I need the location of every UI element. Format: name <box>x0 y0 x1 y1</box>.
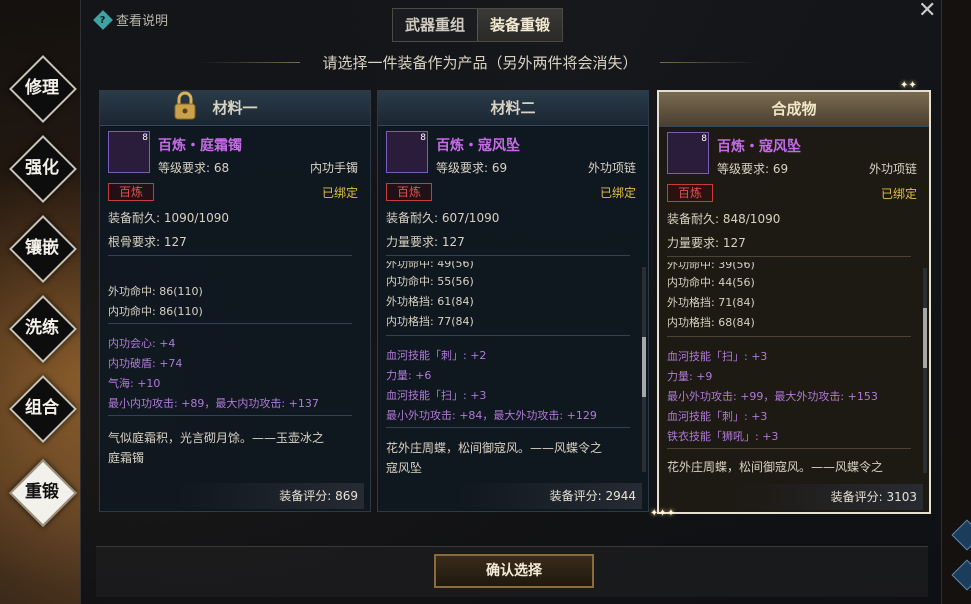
attr-line: 最小外功攻击: +99，最大外功攻击: +153 <box>667 390 878 403</box>
divider <box>108 323 352 324</box>
equipment-score: 装备评分: 3103 <box>737 484 923 510</box>
nav-inlay[interactable]: 镶嵌 <box>9 215 77 283</box>
durability: 装备耐久: 607/1090 <box>386 211 500 225</box>
nav-combine[interactable]: 组合 <box>9 375 77 443</box>
item-name: 百炼・庭霜镯 <box>158 138 242 154</box>
tab-bar: 武器重组 装备重锻 <box>392 8 564 42</box>
attr-line: 力量: +6 <box>386 369 432 382</box>
attr-line: 内功格挡: 77(84) <box>386 315 474 328</box>
flavor-text: 气似庭霜积，光言砌月馀。——玉壶冰之 <box>108 431 325 445</box>
equipment-score: 装备评分: 869 <box>178 483 364 509</box>
tab-equipment-reforge[interactable]: 装备重锻 <box>477 9 563 41</box>
divider <box>386 255 630 256</box>
necklace-item-icon[interactable]: 8 <box>667 132 709 174</box>
level-requirement: 等级要求: 68 <box>158 161 230 175</box>
help-link[interactable]: ? 查看说明 <box>93 9 169 30</box>
attribute-requirement: 力量要求: 127 <box>667 236 746 250</box>
attr-line: 最小外功攻击: +84，最大外功攻击: +129 <box>386 409 597 422</box>
nav-enhance[interactable]: 强化 <box>9 135 77 203</box>
flavor-text: 花外庄周蝶，松间御寇风。——风蝶令之 <box>386 441 603 455</box>
quality-tag: 百炼 <box>386 183 432 201</box>
attribute-requirement: 根骨要求: 127 <box>108 235 187 249</box>
lock-icon <box>174 91 196 120</box>
attr-line: 外功格挡: 61(84) <box>386 295 474 308</box>
item-slot: 外功项链 <box>868 162 917 176</box>
attr-line: 外功格挡: 71(84) <box>667 296 755 309</box>
scrollbar[interactable] <box>923 268 927 473</box>
flavor-text: 花外庄周蝶，松间御寇风。——风蝶令之 <box>667 460 884 474</box>
attribute-list: 外功命中: 86(110) 内功命中: 86(110) 内功会心: +4 内功破… <box>100 261 362 476</box>
attr-line: 内功命中: 55(56) <box>386 275 474 288</box>
durability: 装备耐久: 1090/1090 <box>108 211 229 225</box>
attr-line: 血河技能「刺」: +3 <box>667 410 768 423</box>
tab-weapon-reassemble[interactable]: 武器重组 <box>393 9 477 41</box>
nav-refine[interactable]: 洗练 <box>9 295 77 363</box>
attr-line: 外功命中: 49(56) <box>386 261 474 270</box>
divider <box>667 336 911 337</box>
attr-line: 力量: +9 <box>667 370 713 383</box>
attr-line: 内功会心: +4 <box>108 337 176 350</box>
bound-status: 已绑定 <box>880 187 917 201</box>
attr-line: 内功命中: 44(56) <box>667 276 755 289</box>
item-name: 百炼・寇风坠 <box>717 139 801 155</box>
sparkle-decoration: ✦✦✦ <box>650 508 676 519</box>
attr-line: 最小内功攻击: +89，最大内功攻击: +137 <box>108 397 319 410</box>
help-icon: ? <box>93 9 113 30</box>
equipment-score: 装备评分: 2944 <box>456 483 642 509</box>
nav-reforge[interactable]: 重锻 <box>9 459 77 527</box>
level-requirement: 等级要求: 69 <box>717 162 789 176</box>
sparkle-decoration: ✦✦ <box>900 80 917 91</box>
instruction-text: 请选择一件装备作为产品（另外两件将会消失） <box>322 54 638 72</box>
divider <box>660 62 760 63</box>
necklace-item-icon[interactable]: 8 <box>386 131 428 173</box>
card-header: 材料一 <box>100 91 370 126</box>
attr-line: 内功格挡: 68(84) <box>667 316 755 329</box>
divider <box>386 335 630 336</box>
attr-line: 外功命中: 86(110) <box>108 285 203 298</box>
bound-status: 已绑定 <box>321 186 358 200</box>
level-requirement: 等级要求: 69 <box>436 161 508 175</box>
flavor-text: 庭霜镯 <box>108 451 145 465</box>
flavor-text: 寇风坠 <box>386 461 423 475</box>
product-card[interactable]: 合成物 8 百炼・寇风坠 等级要求: 69 外功项链 百炼 已绑定 装备耐久: … <box>657 90 931 514</box>
nav-repair[interactable]: 修理 <box>9 55 77 123</box>
item-name: 百炼・寇风坠 <box>436 138 520 154</box>
item-slot: 内功手镯 <box>309 161 358 175</box>
attr-line: 气海: +10 <box>108 377 161 390</box>
attr-line: 铁衣技能「狮吼」: +3 <box>667 430 779 443</box>
help-label: 查看说明 <box>116 14 169 29</box>
attr-line: 内功命中: 86(110) <box>108 305 203 318</box>
quality-tag: 百炼 <box>667 184 713 202</box>
divider <box>386 427 630 428</box>
attr-line: 内功破盾: +74 <box>108 357 183 370</box>
close-icon[interactable]: ✕ <box>918 0 936 23</box>
bound-status: 已绑定 <box>599 186 636 200</box>
divider <box>200 62 300 63</box>
divider <box>108 415 352 416</box>
attribute-list: 外功命中: 49(56) 内功命中: 55(56) 外功格挡: 61(84) 内… <box>378 261 640 476</box>
quality-tag: 百炼 <box>108 183 154 201</box>
divider <box>108 255 352 256</box>
divider <box>667 256 911 257</box>
item-slot: 外功项链 <box>587 161 636 175</box>
attribute-list: 外功命中: 39(56) 内功命中: 44(56) 外功格挡: 71(84) 内… <box>659 262 921 477</box>
attr-line: 血河技能「扫」: +3 <box>667 350 768 363</box>
attr-line: 血河技能「扫」: +3 <box>386 389 487 402</box>
card-header: 合成物 <box>659 92 929 127</box>
material-card-2[interactable]: 材料二 8 百炼・寇风坠 等级要求: 69 外功项链 百炼 已绑定 装备耐久: … <box>377 90 649 512</box>
attribute-requirement: 力量要求: 127 <box>386 235 465 249</box>
durability: 装备耐久: 848/1090 <box>667 212 781 226</box>
scrollbar[interactable] <box>642 267 646 472</box>
confirm-button[interactable]: 确认选择 <box>434 554 594 588</box>
bracelet-item-icon[interactable]: 8 <box>108 131 150 173</box>
divider <box>667 448 911 449</box>
attr-line: 外功命中: 39(56) <box>667 262 755 271</box>
material-card-1[interactable]: 材料一 8 百炼・庭霜镯 等级要求: 68 内功手镯 百炼 已绑定 装备耐久: … <box>99 90 371 512</box>
attr-line: 血河技能「刺」: +2 <box>386 349 487 362</box>
card-header: 材料二 <box>378 91 648 126</box>
